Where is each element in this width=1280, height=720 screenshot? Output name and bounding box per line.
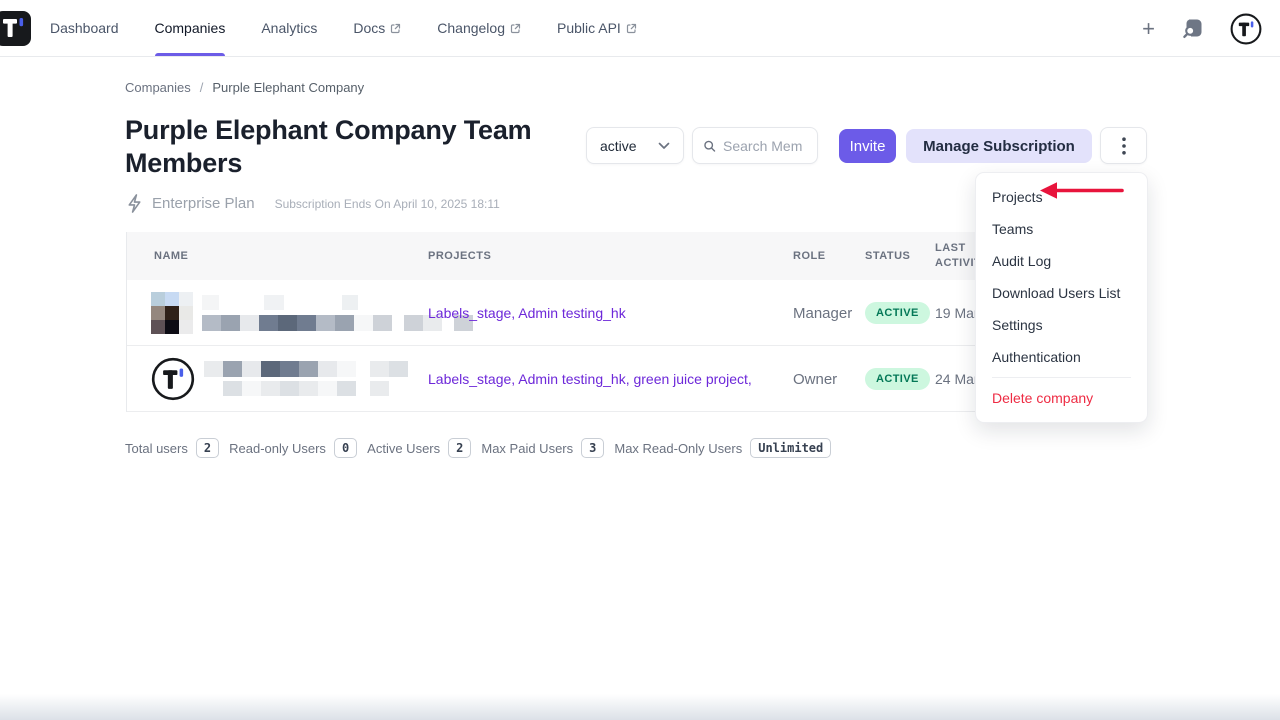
invite-button[interactable]: Invite bbox=[839, 129, 896, 163]
member-role-cell: Manager bbox=[793, 280, 852, 346]
user-avatar[interactable] bbox=[1230, 13, 1262, 45]
stat-total-users: Total users 2 bbox=[125, 438, 219, 458]
kebab-icon bbox=[1122, 137, 1126, 155]
nav-companies[interactable]: Companies bbox=[155, 0, 226, 56]
add-icon[interactable]: + bbox=[1142, 18, 1155, 40]
project-links[interactable]: Labels_stage, Admin testing_hk, green ju… bbox=[428, 371, 752, 387]
nav-right-actions: + bbox=[1142, 0, 1262, 57]
column-role: ROLE bbox=[793, 232, 826, 280]
column-projects: PROJECTS bbox=[428, 232, 491, 280]
app-logo[interactable] bbox=[0, 11, 31, 46]
nav-public-api[interactable]: Public API bbox=[557, 0, 637, 56]
status-badge: ACTIVE bbox=[865, 368, 930, 390]
page-title: Purple Elephant Company Team Members bbox=[125, 114, 625, 180]
external-link-icon bbox=[626, 23, 637, 34]
plan-name: Enterprise Plan bbox=[152, 195, 255, 212]
external-link-icon bbox=[510, 23, 521, 34]
menu-item-projects[interactable]: Projects bbox=[976, 181, 1147, 213]
column-name: NAME bbox=[154, 232, 188, 280]
stat-value-badge: 2 bbox=[448, 438, 471, 458]
member-name-cell bbox=[151, 346, 408, 412]
bottom-fade bbox=[0, 694, 1280, 720]
member-projects-cell: Labels_stage, Admin testing_hk bbox=[428, 280, 626, 346]
status-filter-select[interactable]: active bbox=[586, 127, 684, 164]
stat-max-readonly-users: Max Read-Only Users Unlimited bbox=[614, 438, 831, 458]
project-links[interactable]: Labels_stage, Admin testing_hk bbox=[428, 305, 626, 321]
menu-item-download-users-list[interactable]: Download Users List bbox=[976, 277, 1147, 309]
member-role-cell: Owner bbox=[793, 346, 837, 412]
nav-analytics[interactable]: Analytics bbox=[261, 0, 317, 56]
external-link-icon bbox=[390, 23, 401, 34]
avatar bbox=[151, 357, 195, 401]
avatar bbox=[151, 292, 193, 334]
status-filter-value: active bbox=[600, 138, 637, 154]
user-stats-bar: Total users 2 Read-only Users 0 Active U… bbox=[125, 438, 831, 458]
member-name-cell bbox=[151, 280, 473, 346]
breadcrumb-separator: / bbox=[200, 80, 204, 95]
nav-docs[interactable]: Docs bbox=[353, 0, 401, 56]
menu-item-delete-company[interactable]: Delete company bbox=[976, 382, 1147, 414]
column-status: STATUS bbox=[865, 232, 910, 280]
top-nav: Dashboard Companies Analytics Docs Chang… bbox=[0, 0, 1280, 57]
breadcrumb: Companies / Purple Elephant Company bbox=[125, 80, 364, 95]
menu-item-teams[interactable]: Teams bbox=[976, 213, 1147, 245]
nav-changelog[interactable]: Changelog bbox=[437, 0, 521, 56]
member-status-cell: ACTIVE bbox=[865, 280, 930, 346]
breadcrumb-current: Purple Elephant Company bbox=[212, 80, 364, 95]
menu-divider bbox=[992, 377, 1131, 378]
stat-max-paid-users: Max Paid Users 3 bbox=[481, 438, 604, 458]
chevron-down-icon bbox=[658, 142, 670, 150]
menu-item-authentication[interactable]: Authentication bbox=[976, 341, 1147, 373]
breadcrumb-companies[interactable]: Companies bbox=[125, 80, 191, 95]
manage-subscription-button[interactable]: Manage Subscription bbox=[906, 129, 1092, 163]
stat-readonly-users: Read-only Users 0 bbox=[229, 438, 357, 458]
search-icon bbox=[703, 138, 716, 154]
logo-icon bbox=[0, 11, 31, 46]
stat-active-users: Active Users 2 bbox=[367, 438, 471, 458]
search-members-box bbox=[692, 127, 818, 164]
app-window: Dashboard Companies Analytics Docs Chang… bbox=[0, 0, 1280, 720]
search-docs-icon[interactable] bbox=[1181, 17, 1204, 40]
member-status-cell: ACTIVE bbox=[865, 346, 930, 412]
company-options-menu: Projects Teams Audit Log Download Users … bbox=[975, 172, 1148, 423]
plan-row: Enterprise Plan Subscription Ends On Apr… bbox=[125, 193, 500, 214]
stat-value-badge: 0 bbox=[334, 438, 357, 458]
stat-value-badge: 3 bbox=[581, 438, 604, 458]
subscription-ends-note: Subscription Ends On April 10, 2025 18:1… bbox=[275, 197, 500, 211]
redacted-name bbox=[204, 361, 408, 397]
main-nav: Dashboard Companies Analytics Docs Chang… bbox=[50, 0, 637, 56]
nav-dashboard[interactable]: Dashboard bbox=[50, 0, 119, 56]
status-badge: ACTIVE bbox=[865, 302, 930, 324]
menu-item-settings[interactable]: Settings bbox=[976, 309, 1147, 341]
menu-item-audit-log[interactable]: Audit Log bbox=[976, 245, 1147, 277]
search-members-input[interactable] bbox=[723, 138, 807, 154]
bolt-icon bbox=[125, 193, 144, 214]
stat-value-badge: Unlimited bbox=[750, 438, 831, 458]
more-options-button[interactable] bbox=[1100, 127, 1147, 164]
stat-value-badge: 2 bbox=[196, 438, 219, 458]
member-projects-cell: Labels_stage, Admin testing_hk, green ju… bbox=[428, 346, 752, 412]
